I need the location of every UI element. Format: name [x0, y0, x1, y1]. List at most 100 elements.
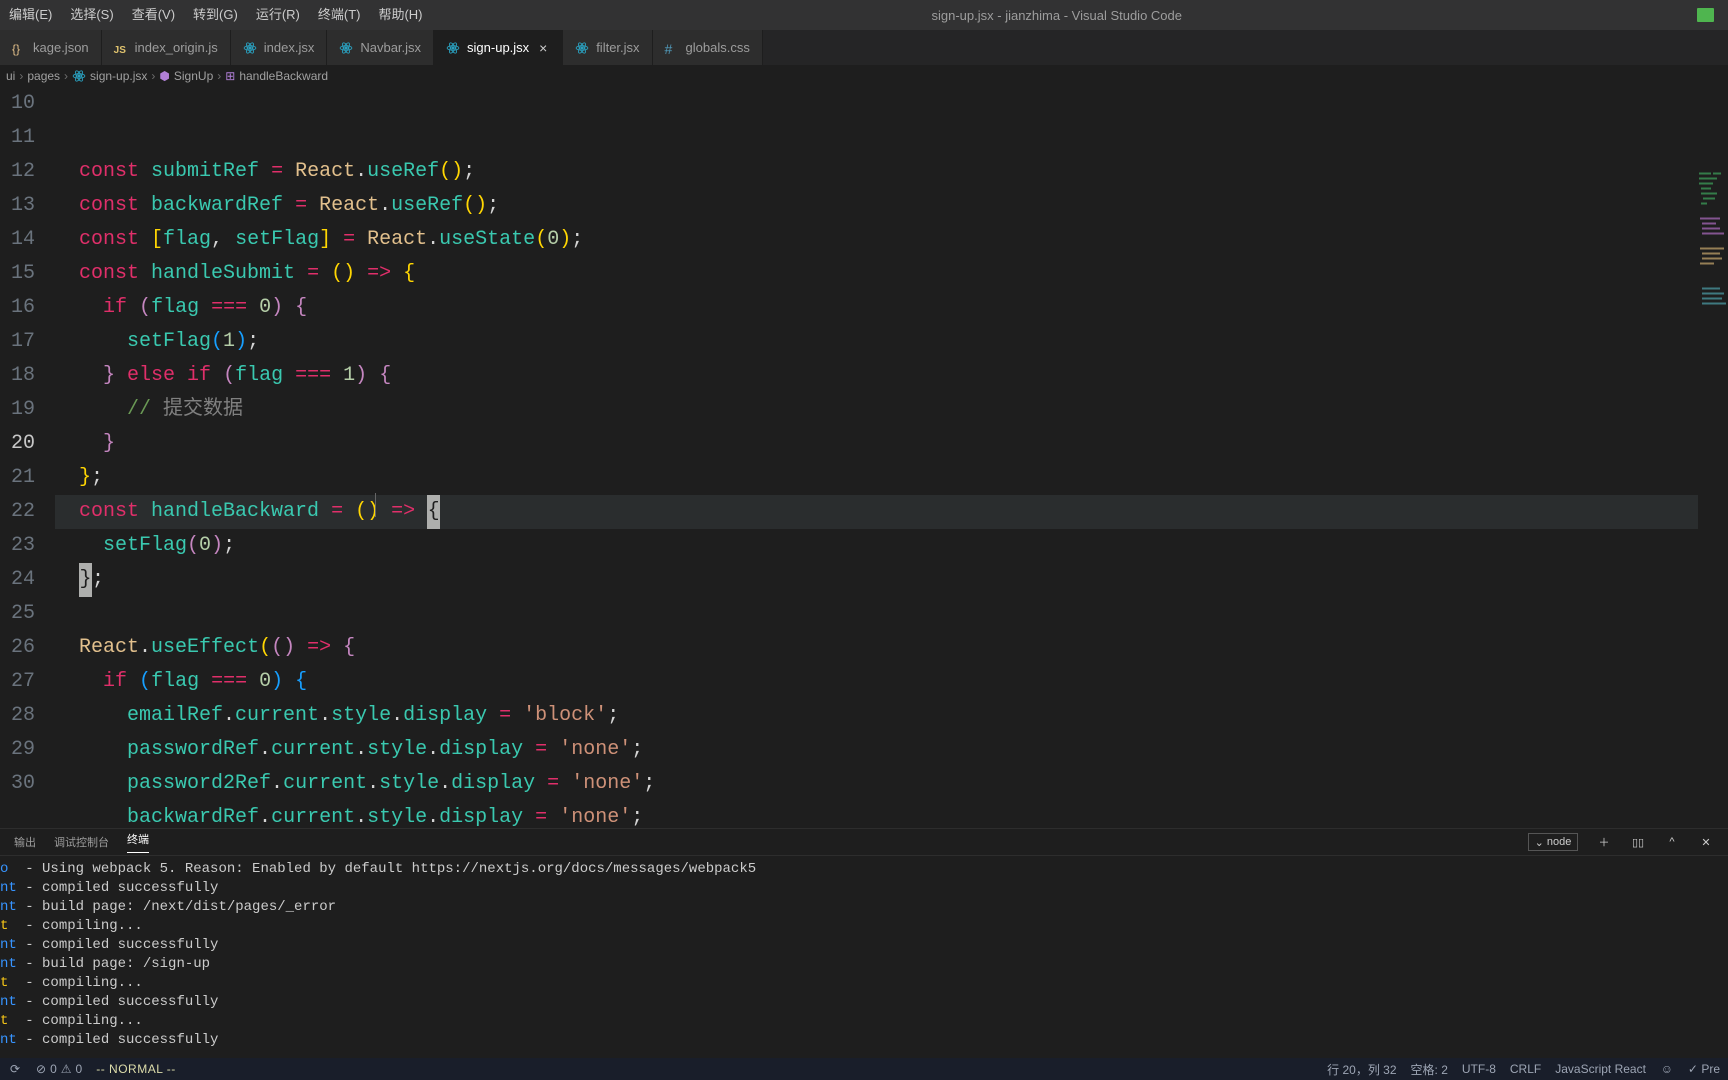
- code-token: [211, 364, 223, 387]
- code-line[interactable]: } else if (flag === 1) {: [55, 359, 1728, 393]
- code-token: useState: [439, 228, 535, 251]
- breadcrumb-item[interactable]: pages: [27, 69, 60, 83]
- encoding-indicator[interactable]: UTF-8: [1462, 1062, 1496, 1076]
- terminal-line: nt - compiled successfully: [0, 936, 1728, 955]
- code-token: .: [355, 160, 367, 183]
- code-token: [55, 670, 103, 693]
- code-line[interactable]: if (flag === 0) {: [55, 291, 1728, 325]
- menu-item[interactable]: 终端(T): [309, 7, 370, 22]
- code-line[interactable]: if (flag === 0) {: [55, 665, 1728, 699]
- panel-tab-2[interactable]: 终端: [127, 831, 149, 853]
- code-line[interactable]: const handleSubmit = () => {: [55, 257, 1728, 291]
- code-line[interactable]: const [flag, setFlag] = React.useState(0…: [55, 223, 1728, 257]
- menu-item[interactable]: 帮助(H): [369, 7, 431, 22]
- cursor-position[interactable]: 行 20，列 32: [1327, 1061, 1396, 1078]
- code-line[interactable]: // 提交数据: [55, 393, 1728, 427]
- new-terminal-icon[interactable]: ＋: [1596, 834, 1612, 850]
- menu-item[interactable]: 运行(R): [247, 7, 309, 22]
- code-token: [55, 772, 127, 795]
- close-panel-icon[interactable]: ✕: [1698, 834, 1714, 850]
- code-token: React: [319, 194, 379, 217]
- code-token: (: [259, 636, 271, 659]
- code-line[interactable]: React.useEffect(() => {: [55, 631, 1728, 665]
- eol-indicator[interactable]: CRLF: [1510, 1062, 1541, 1076]
- prettier-indicator[interactable]: ✓ Pre: [1688, 1062, 1720, 1076]
- tab-filter-jsx[interactable]: filter.jsx: [563, 30, 652, 65]
- code-token: display: [403, 704, 487, 727]
- code-token: [547, 738, 559, 761]
- problems-indicator[interactable]: ⊘0 ⚠0: [36, 1062, 82, 1076]
- breadcrumb-item[interactable]: ui: [6, 69, 15, 83]
- breadcrumb-item[interactable]: sign-up.jsx: [90, 69, 147, 83]
- code-line[interactable]: passwordRef.current.style.display = 'non…: [55, 733, 1728, 767]
- code-line[interactable]: const backwardRef = React.useRef();: [55, 189, 1728, 223]
- feedback-icon[interactable]: ☺: [1660, 1062, 1674, 1076]
- sync-icon[interactable]: ⟳: [8, 1062, 22, 1076]
- panel-tab-0[interactable]: 输出: [14, 834, 36, 850]
- tab-globals-css[interactable]: globals.css: [653, 30, 763, 65]
- menu-item[interactable]: 查看(V): [123, 7, 184, 22]
- line-number: 18: [0, 359, 35, 393]
- terminal-text: - Using webpack 5. Reason: Enabled by de…: [17, 861, 756, 877]
- indent-indicator[interactable]: 空格: 2: [1411, 1061, 1448, 1078]
- code-token: [127, 670, 139, 693]
- code-token: {: [403, 262, 415, 285]
- code-line[interactable]: setFlag(1);: [55, 325, 1728, 359]
- terminal-body[interactable]: o - Using webpack 5. Reason: Enabled by …: [0, 856, 1728, 1058]
- code-token: useRef: [391, 194, 463, 217]
- code-token: (: [331, 262, 343, 285]
- breadcrumb-item[interactable]: SignUp: [174, 69, 213, 83]
- line-number: 28: [0, 699, 35, 733]
- tab-index-origin-js[interactable]: index_origin.js: [102, 30, 231, 65]
- line-number: 12: [0, 155, 35, 189]
- code-token: style: [367, 806, 427, 828]
- code-token: (: [535, 228, 547, 251]
- code-token: .: [379, 194, 391, 217]
- code-token: ): [343, 262, 355, 285]
- code-line[interactable]: const submitRef = React.useRef();: [55, 155, 1728, 189]
- tab-navbar-jsx[interactable]: Navbar.jsx: [327, 30, 434, 65]
- code-token: const: [55, 194, 151, 217]
- terminal-prefix: nt: [0, 937, 17, 953]
- code-area[interactable]: const submitRef = React.useRef(); const …: [55, 87, 1728, 828]
- close-tab-icon[interactable]: ×: [536, 41, 550, 55]
- code-line[interactable]: const handleBackward = () => {: [55, 495, 1728, 529]
- tab-label: index_origin.js: [135, 40, 218, 55]
- code-token: (: [463, 194, 475, 217]
- menu-item[interactable]: 转到(G): [184, 7, 247, 22]
- terminal-text: - compiled successfully: [17, 1032, 219, 1048]
- code-line[interactable]: backwardRef.current.style.display = 'non…: [55, 801, 1728, 828]
- code-token: =: [547, 772, 559, 795]
- code-token: ): [355, 364, 367, 387]
- tab-sign-up-jsx[interactable]: sign-up.jsx×: [434, 30, 563, 65]
- code-token: .: [319, 704, 331, 727]
- breadcrumb-item[interactable]: handleBackward: [239, 69, 328, 83]
- code-line[interactable]: [55, 597, 1728, 631]
- code-line[interactable]: }: [55, 427, 1728, 461]
- menu-item[interactable]: 编辑(E): [0, 7, 61, 22]
- code-line[interactable]: emailRef.current.style.display = 'block'…: [55, 699, 1728, 733]
- breadcrumb[interactable]: ui›pages›sign-up.jsx›⬢SignUp›⊞handleBack…: [0, 65, 1728, 87]
- maximize-panel-icon[interactable]: ^: [1664, 834, 1680, 850]
- menu-item[interactable]: 选择(S): [61, 7, 122, 22]
- code-line[interactable]: };: [55, 563, 1728, 597]
- code-token: 'none': [559, 806, 631, 828]
- line-number: 21: [0, 461, 35, 495]
- code-token: .: [439, 772, 451, 795]
- code-token: ;: [91, 466, 103, 489]
- tab-index-jsx[interactable]: index.jsx: [231, 30, 328, 65]
- split-terminal-icon[interactable]: ▯▯: [1630, 834, 1646, 850]
- code-line[interactable]: password2Ref.current.style.display = 'no…: [55, 767, 1728, 801]
- panel-tab-1[interactable]: 调试控制台: [54, 834, 109, 850]
- code-token: (: [271, 636, 283, 659]
- code-line[interactable]: };: [55, 461, 1728, 495]
- language-mode[interactable]: JavaScript React: [1555, 1062, 1646, 1076]
- window-max-icon[interactable]: [1682, 0, 1728, 30]
- terminal-prefix: nt: [0, 1032, 17, 1048]
- terminal-selector[interactable]: ⌄node: [1528, 833, 1578, 851]
- code-token: .: [391, 704, 403, 727]
- minimap[interactable]: [1698, 87, 1728, 828]
- code-line[interactable]: setFlag(0);: [55, 529, 1728, 563]
- tab-kage-json[interactable]: kage.json: [0, 30, 102, 65]
- editor[interactable]: 1011121314151617181920212223242526272829…: [0, 87, 1728, 828]
